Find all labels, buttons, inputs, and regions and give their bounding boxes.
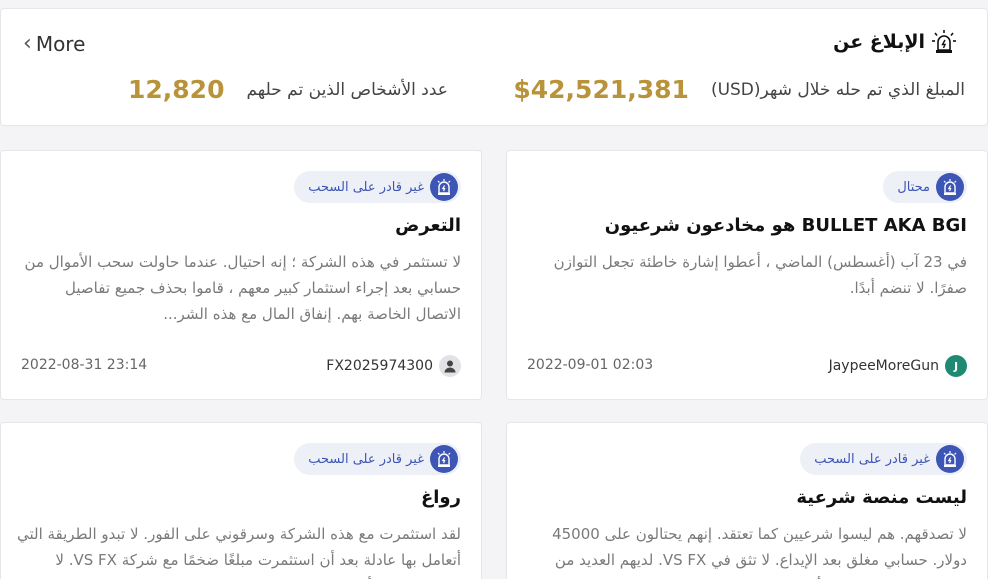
card-title: BULLET AKA BGI هو مخادعون شرعيون bbox=[604, 215, 967, 236]
card-author[interactable]: FX2025974300 bbox=[326, 355, 461, 377]
card-body: لا تصدقهم. هم ليسوا شرعيين كما تعتقد. إن… bbox=[552, 525, 967, 579]
author-name: FX2025974300 bbox=[326, 358, 433, 374]
category-badge: غير قادر على السحب bbox=[294, 171, 461, 203]
badge-label: غير قادر على السحب bbox=[814, 451, 930, 467]
report-card[interactable]: محتال BULLET AKA BGI هو مخادعون شرعيون ف… bbox=[506, 150, 988, 400]
badge-label: محتال bbox=[897, 179, 930, 195]
alert-icon bbox=[430, 445, 458, 473]
avatar: J bbox=[945, 355, 967, 377]
report-card[interactable]: غير قادر على السحب ليست منصة شرعية لا تص… bbox=[506, 422, 988, 579]
category-badge: غير قادر على السحب bbox=[800, 443, 967, 475]
chevron-left-icon: ‹ bbox=[23, 31, 32, 56]
amount-stat: المبلغ الذي تم حله خلال شهر(USD) $42,521… bbox=[513, 75, 965, 104]
card-date: 2022-09-01 02:03 bbox=[527, 357, 654, 373]
siren-icon bbox=[932, 30, 956, 53]
card-date: 2022-08-31 23:14 bbox=[21, 357, 148, 373]
card-body: في 23 آب (أغسطس) الماضي ، أعطوا إشارة خا… bbox=[553, 253, 967, 297]
category-badge: غير قادر على السحب bbox=[294, 443, 461, 475]
report-card[interactable]: غير قادر على السحب رواغ لقد استثمرت مع ه… bbox=[0, 422, 482, 579]
badge-label: غير قادر على السحب bbox=[308, 451, 424, 467]
amount-value: $42,521,381 bbox=[513, 75, 689, 104]
alert-icon bbox=[936, 173, 964, 201]
alert-icon bbox=[936, 445, 964, 473]
people-label: عدد الأشخاص الذين تم حلهم bbox=[246, 79, 448, 100]
card-body: لقد استثمرت مع هذه الشركة وسرقوني على ال… bbox=[16, 525, 461, 579]
more-label: More bbox=[35, 31, 86, 56]
people-value: 12,820 bbox=[128, 75, 225, 104]
page-title: الإبلاغ عن bbox=[833, 31, 925, 53]
author-name: JaypeeMoreGun bbox=[828, 358, 939, 374]
badge-label: غير قادر على السحب bbox=[308, 179, 424, 195]
avatar-icon bbox=[439, 355, 461, 377]
category-badge: محتال bbox=[883, 171, 967, 203]
report-card[interactable]: غير قادر على السحب التعرض لا تستثمر في ه… bbox=[0, 150, 482, 400]
summary-panel: ‹ More الإبلاغ عن المبلغ الذي تم حله خلا… bbox=[0, 8, 988, 126]
people-stat: عدد الأشخاص الذين تم حلهم 12,820 bbox=[128, 75, 448, 104]
alert-icon bbox=[430, 173, 458, 201]
card-author[interactable]: J JaypeeMoreGun bbox=[829, 355, 967, 377]
card-title: التعرض bbox=[395, 215, 461, 236]
card-body: لا تستثمر في هذه الشركة ؛ إنه احتيال. عن… bbox=[24, 253, 461, 323]
panel-title: الإبلاغ عن bbox=[833, 29, 957, 55]
amount-label: المبلغ الذي تم حله خلال شهر(USD) bbox=[710, 79, 965, 100]
more-link[interactable]: ‹ More bbox=[23, 31, 85, 56]
card-title: ليست منصة شرعية bbox=[796, 487, 967, 508]
card-title: رواغ bbox=[420, 487, 461, 508]
